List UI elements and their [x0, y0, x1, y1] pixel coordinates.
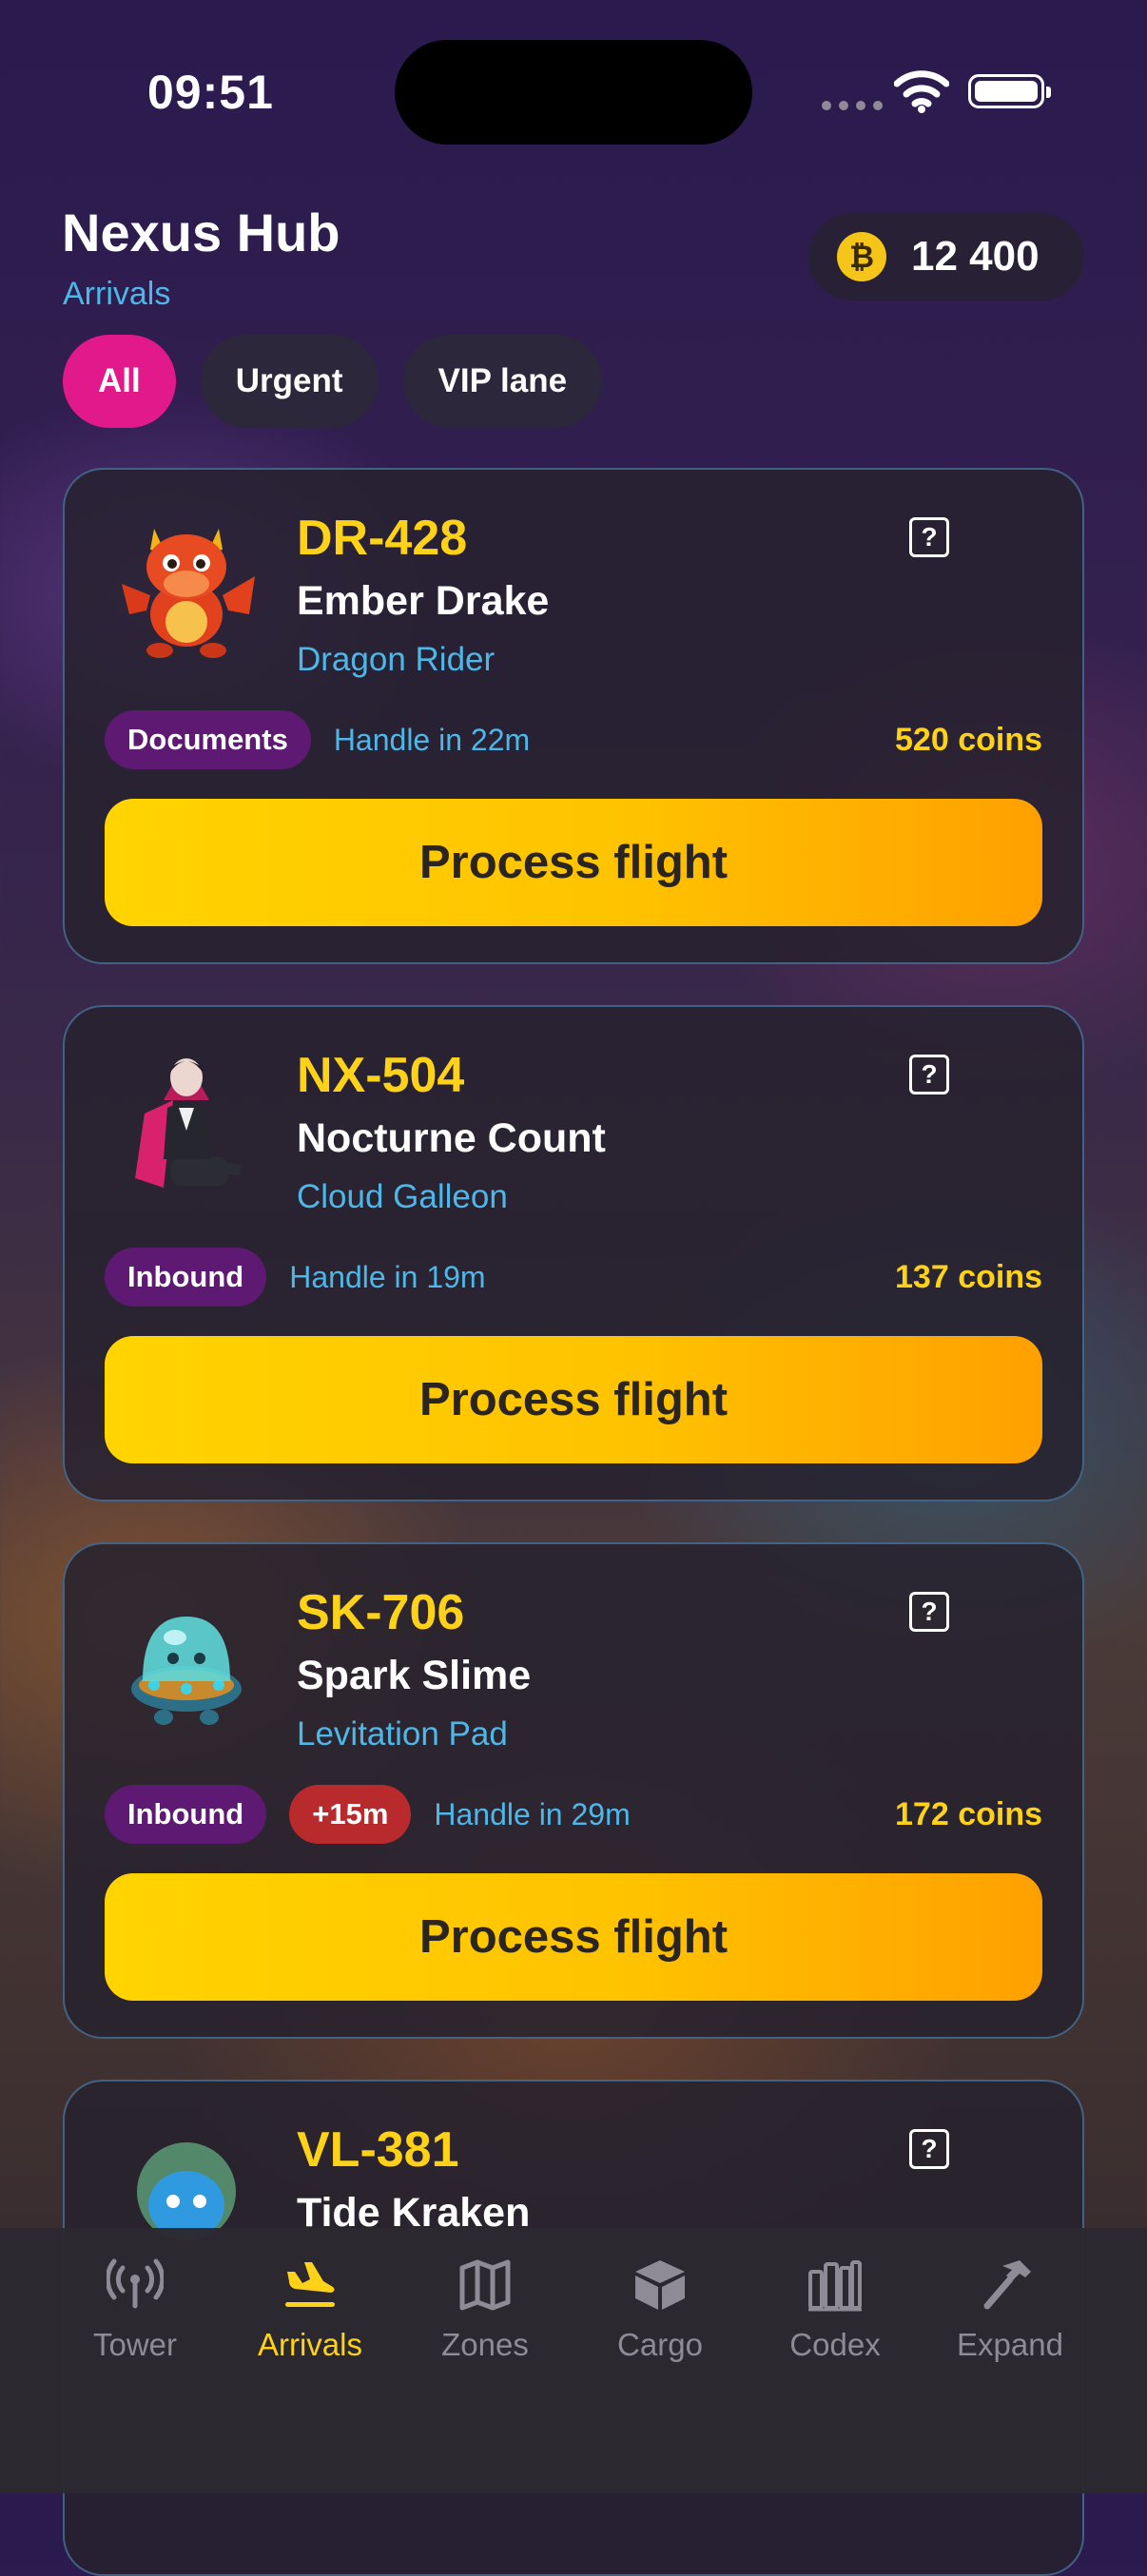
craft-type: Levitation Pad — [297, 1715, 508, 1753]
flight-id: VL-381 — [297, 2122, 459, 2178]
tab-label: Cargo — [617, 2327, 703, 2362]
flight-meta: Documents Handle in 22m 520 coins — [105, 709, 1042, 770]
tab-codex[interactable]: Codex — [749, 2258, 921, 2363]
tab-label: Tower — [92, 2327, 178, 2362]
process-flight-button[interactable]: Process flight — [105, 1873, 1042, 2001]
craft-type: Cloud Galleon — [297, 1178, 508, 1215]
passenger-name: Spark Slime — [297, 1653, 532, 1698]
wifi-icon — [894, 70, 949, 113]
page-title: Nexus Hub — [62, 203, 340, 262]
help-icon[interactable]: ? — [909, 1592, 949, 1632]
coin-icon: ₿ — [837, 232, 886, 281]
tab-zones[interactable]: Zones — [399, 2258, 571, 2363]
filter-chip-vip-lane[interactable]: VIP lane — [402, 335, 603, 428]
dynamic-island — [395, 40, 752, 145]
tab-label: Codex — [789, 2327, 881, 2362]
handle-time: Handle in 19m — [289, 1259, 486, 1294]
coin-balance-pill[interactable]: ₿ 12 400 — [808, 213, 1084, 300]
slime-pod-icon — [131, 1617, 242, 1725]
filter-chip-urgent[interactable]: Urgent — [200, 335, 379, 428]
tab-label: Arrivals — [257, 2327, 362, 2362]
status-time: 09:51 — [147, 66, 274, 119]
process-flight-button[interactable]: Process flight — [105, 1336, 1042, 1463]
flight-meta: Inbound Handle in 19m 137 coins — [105, 1247, 1042, 1307]
craft-type: Dragon Rider — [297, 641, 496, 678]
reward: 172 coins — [895, 1795, 1042, 1832]
filter-chip-all[interactable]: All — [63, 335, 176, 428]
cellular-signal-icon — [822, 101, 883, 110]
flight-meta: Inbound +15m Handle in 29m 172 coins — [105, 1784, 1042, 1845]
handle-time: Handle in 22m — [333, 722, 531, 757]
tab-expand[interactable]: Expand — [924, 2258, 1096, 2363]
vampire-count-icon — [135, 1058, 242, 1188]
hammer-icon — [983, 2260, 1031, 2310]
map-icon — [459, 2259, 511, 2311]
passenger-name: Nocturne Count — [297, 1115, 606, 1161]
books-icon — [808, 2260, 862, 2312]
flight-id: NX-504 — [297, 1048, 465, 1103]
antenna-icon — [107, 2258, 164, 2309]
process-flight-button[interactable]: Process flight — [105, 799, 1042, 926]
passenger-name: Ember Drake — [297, 578, 550, 624]
page-subtitle: Arrivals — [63, 276, 171, 312]
flight-card[interactable]: SK-706 Spark Slime Levitation Pad ? Inbo… — [63, 1542, 1084, 2039]
coin-balance: 12 400 — [911, 233, 1040, 280]
tab-bar: Tower Arrivals Zones Cargo Codex Expand — [0, 2228, 1147, 2493]
flight-id: DR-428 — [297, 511, 468, 566]
help-icon[interactable]: ? — [909, 2129, 949, 2169]
help-icon[interactable]: ? — [909, 517, 949, 557]
reward: 520 coins — [895, 721, 1042, 758]
delay-badge: +15m — [289, 1785, 412, 1844]
flight-id: SK-706 — [297, 1585, 465, 1640]
status-badge: Inbound — [105, 1248, 267, 1307]
package-icon — [635, 2260, 685, 2310]
tab-arrivals[interactable]: Arrivals — [224, 2258, 396, 2363]
tab-label: Zones — [441, 2327, 529, 2362]
tab-cargo[interactable]: Cargo — [574, 2258, 746, 2363]
status-badge: Documents — [105, 710, 311, 769]
tab-tower[interactable]: Tower — [49, 2258, 221, 2363]
flight-card[interactable]: NX-504 Nocturne Count Cloud Galleon ? In… — [63, 1005, 1084, 1501]
status-badge: Inbound — [105, 1785, 267, 1844]
filter-chips: All Urgent VIP lane — [63, 335, 603, 428]
reward: 137 coins — [895, 1258, 1042, 1295]
plane-landing-icon — [285, 2262, 335, 2307]
red-dragon-icon — [122, 529, 255, 658]
help-icon[interactable]: ? — [909, 1055, 949, 1094]
flight-card[interactable]: DR-428 Ember Drake Dragon Rider ? Docume… — [63, 468, 1084, 964]
tab-label: Expand — [957, 2327, 1063, 2362]
battery-icon — [968, 74, 1051, 108]
handle-time: Handle in 29m — [434, 1796, 631, 1831]
